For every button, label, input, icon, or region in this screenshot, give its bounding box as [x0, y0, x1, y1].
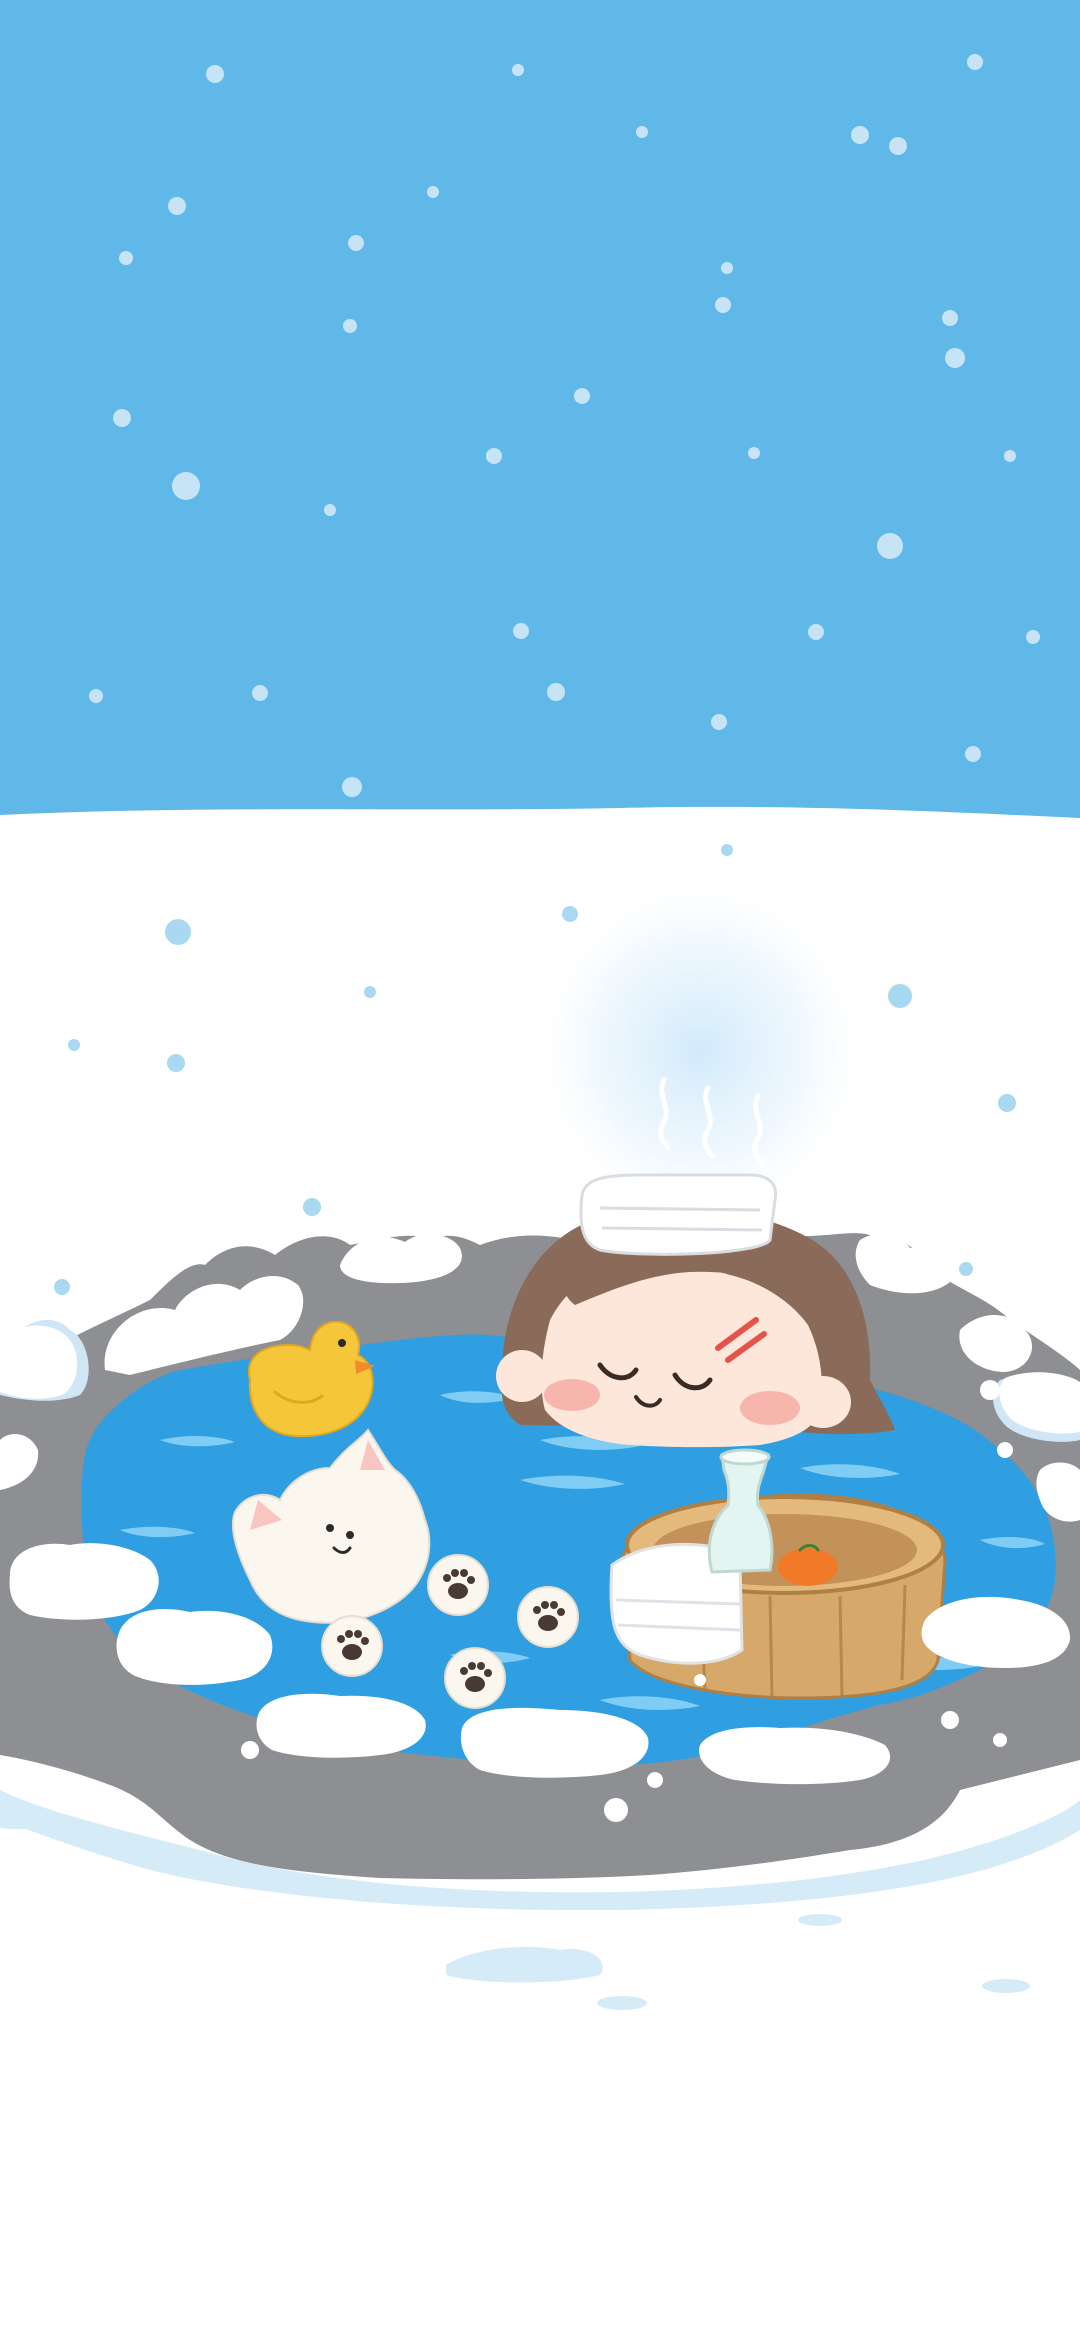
snowflake-icon	[364, 986, 376, 998]
snowflake-icon	[303, 1198, 321, 1216]
scene-svg	[0, 0, 1080, 2346]
snowflake-icon	[877, 533, 903, 559]
snowflake-icon	[967, 54, 983, 70]
snowflake-icon	[562, 906, 578, 922]
sky	[0, 0, 1080, 830]
snowflake-icon	[574, 388, 590, 404]
snowflake-icon	[342, 777, 362, 797]
snowflake-icon	[889, 137, 907, 155]
snowflake-icon	[513, 623, 529, 639]
snowflake-icon	[888, 984, 912, 1008]
snowflake-icon	[512, 64, 524, 76]
snowflake-icon	[715, 297, 731, 313]
snowflake-icon	[206, 65, 224, 83]
snowflake-icon	[711, 714, 727, 730]
towel-on-head	[579, 1173, 778, 1256]
snowflake-icon	[851, 126, 869, 144]
snowflake-icon	[721, 844, 733, 856]
blush-right	[740, 1391, 800, 1425]
snowflake-icon	[547, 683, 565, 701]
snowflake-icon	[324, 504, 336, 516]
snowflake-icon	[252, 685, 268, 701]
paw-icon	[517, 1586, 579, 1648]
snow-shadow	[597, 1996, 647, 2010]
snowflake-icon	[748, 447, 760, 459]
snowflake-icon	[165, 919, 191, 945]
snowflake-icon	[113, 409, 131, 427]
snowflake-icon	[427, 186, 439, 198]
paw-icon	[321, 1615, 383, 1677]
snowflake-icon	[998, 1094, 1016, 1112]
snowflake-icon	[486, 448, 502, 464]
ear-left	[496, 1350, 548, 1402]
ear-right	[795, 1376, 851, 1428]
snowflake-icon	[1026, 630, 1040, 644]
blush-left	[544, 1379, 600, 1411]
paw-icon	[444, 1647, 506, 1709]
illustration-scene	[0, 0, 1080, 2346]
snowflake-icon	[959, 1262, 973, 1276]
snowflake-icon	[167, 1054, 185, 1072]
paw-icon	[427, 1554, 489, 1616]
snowflake-icon	[168, 197, 186, 215]
snow-shadow	[982, 1979, 1030, 1993]
snowflake-icon	[636, 126, 648, 138]
snowflake-icon	[119, 251, 133, 265]
snowflake-icon	[808, 624, 824, 640]
snowflake-icon	[965, 746, 981, 762]
snowflake-icon	[348, 235, 364, 251]
snowflake-icon	[172, 472, 200, 500]
snowflake-icon	[942, 310, 958, 326]
snowflake-icon	[89, 689, 103, 703]
snowflake-icon	[68, 1039, 80, 1051]
snowflake-icon	[343, 319, 357, 333]
snowflake-icon	[721, 262, 733, 274]
snowflake-icon	[54, 1279, 70, 1295]
snow-shadow	[798, 1914, 842, 1926]
snowflake-icon	[945, 348, 965, 368]
snowflake-icon	[1004, 450, 1016, 462]
